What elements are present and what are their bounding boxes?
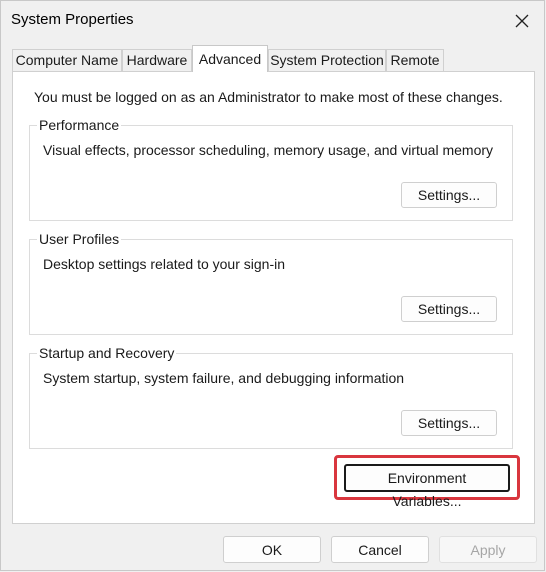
user-profiles-group: User Profiles Desktop settings related t…: [29, 231, 513, 335]
apply-button[interactable]: Apply: [439, 536, 537, 563]
performance-group-title: Performance: [37, 117, 122, 133]
startup-recovery-settings-button[interactable]: Settings...: [401, 410, 497, 436]
user-profiles-description: Desktop settings related to your sign-in: [43, 256, 286, 272]
tab-advanced[interactable]: Advanced: [192, 45, 268, 72]
tab-remote[interactable]: Remote: [386, 49, 444, 71]
title-bar[interactable]: System Properties: [1, 1, 544, 41]
tab-hardware[interactable]: Hardware: [122, 49, 192, 71]
advanced-tab-panel: You must be logged on as an Administrato…: [12, 71, 535, 524]
performance-settings-button[interactable]: Settings...: [401, 182, 497, 208]
environment-variables-button[interactable]: Environment Variables...: [344, 464, 510, 509]
tab-computer-name[interactable]: Computer Name: [12, 49, 122, 71]
startup-recovery-description: System startup, system failure, and debu…: [43, 370, 405, 386]
close-icon: [515, 14, 529, 28]
user-profiles-settings-button[interactable]: Settings...: [401, 296, 497, 322]
system-properties-window: System Properties Computer Name Hardware…: [0, 0, 545, 571]
tab-system-protection[interactable]: System Protection: [268, 49, 386, 71]
close-button[interactable]: [508, 7, 536, 35]
cancel-button[interactable]: Cancel: [331, 536, 429, 563]
performance-description: Visual effects, processor scheduling, me…: [43, 142, 494, 158]
window-title: System Properties: [11, 11, 134, 28]
startup-recovery-group-title: Startup and Recovery: [37, 345, 177, 361]
ok-button[interactable]: OK: [223, 536, 321, 563]
admin-notice: You must be logged on as an Administrato…: [34, 89, 503, 105]
user-profiles-group-title: User Profiles: [37, 231, 122, 247]
startup-recovery-group: Startup and Recovery System startup, sys…: [29, 345, 513, 449]
performance-group: Performance Visual effects, processor sc…: [29, 117, 513, 221]
